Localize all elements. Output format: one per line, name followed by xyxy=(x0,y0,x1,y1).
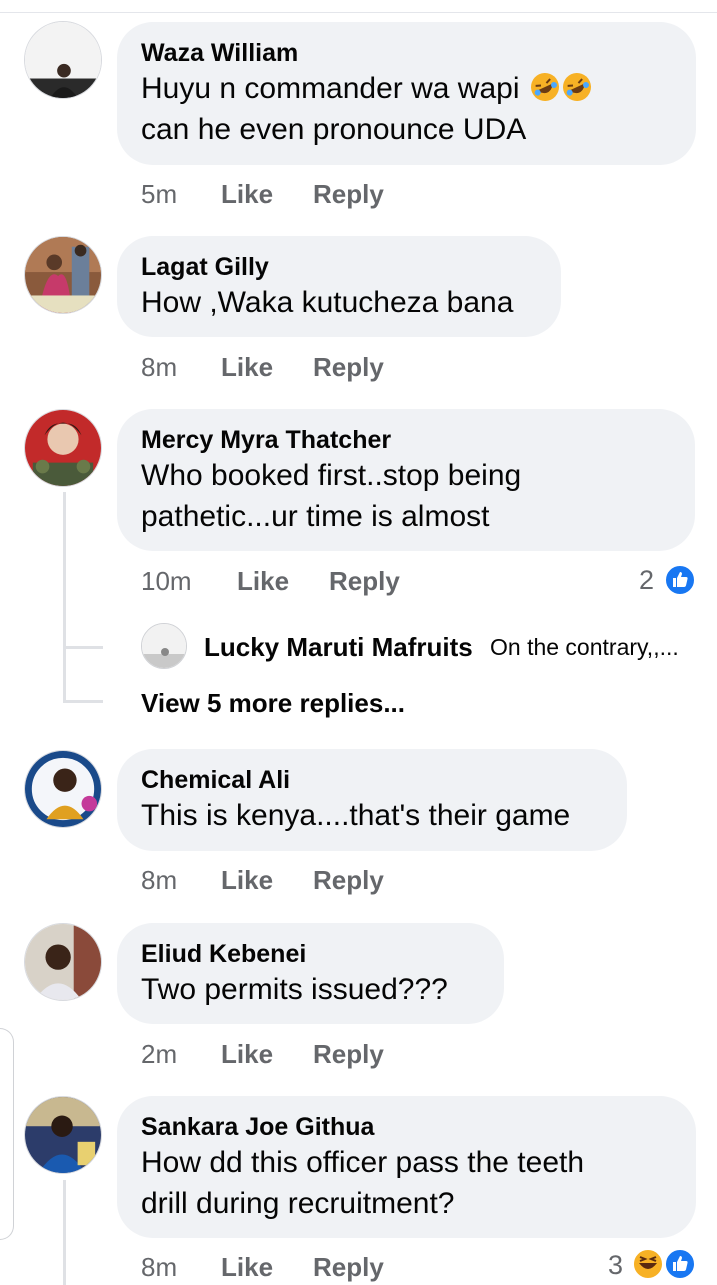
top-divider xyxy=(0,12,717,13)
comment-bubble: Lagat Gilly How ,Waka kutucheza bana xyxy=(117,236,561,337)
like-button[interactable]: Like xyxy=(221,1252,273,1283)
avatar[interactable] xyxy=(24,409,102,487)
avatar[interactable] xyxy=(24,1096,102,1174)
commenter-name[interactable]: Chemical Ali xyxy=(141,765,603,795)
reply-snippet[interactable]: On the contrary,,... xyxy=(490,634,679,661)
comment-text: Two permits issued??? xyxy=(141,973,448,1006)
thread-line xyxy=(63,492,66,700)
avatar[interactable] xyxy=(24,923,102,1001)
view-more-replies-link[interactable]: View 5 more replies... xyxy=(141,688,405,719)
comment-text: How ,Waka kutucheza bana xyxy=(141,286,514,319)
like-icon xyxy=(664,1248,696,1280)
like-button[interactable]: Like xyxy=(237,566,289,597)
avatar[interactable] xyxy=(24,21,102,99)
haha-icon xyxy=(632,1248,664,1280)
thread-line xyxy=(63,1180,66,1285)
rolling-on-floor-laughing-icon xyxy=(562,73,591,101)
reaction-count[interactable]: 2 xyxy=(639,565,654,596)
comment-bubble: Chemical Ali This is kenya....that's the… xyxy=(117,749,627,851)
reaction-count[interactable]: 3 xyxy=(608,1250,623,1281)
avatar[interactable] xyxy=(24,236,102,314)
comment-bubble: Eliud Kebenei Two permits issued??? xyxy=(117,923,504,1024)
comment-text-line: How dd this officer pass the teeth xyxy=(141,1146,585,1179)
comment-time[interactable]: 8m xyxy=(141,352,177,383)
commenter-name[interactable]: Mercy Myra Thatcher xyxy=(141,425,671,455)
comment-bubble: Waza William Huyu n commander wa wapi ca… xyxy=(117,22,696,165)
thread-branch xyxy=(63,646,103,649)
reply-author-name[interactable]: Lucky Maruti Mafruits xyxy=(204,632,473,663)
avatar[interactable] xyxy=(141,623,187,669)
rolling-on-floor-laughing-icon xyxy=(530,73,559,101)
reply-button[interactable]: Reply xyxy=(313,1039,384,1070)
reply-button[interactable]: Reply xyxy=(313,179,384,210)
like-button[interactable]: Like xyxy=(221,1039,273,1070)
comment-bubble: Mercy Myra Thatcher Who booked first..st… xyxy=(117,409,695,551)
reply-button[interactable]: Reply xyxy=(313,1252,384,1283)
comment-text: This is kenya....that's their game xyxy=(141,799,571,832)
comment-time[interactable]: 8m xyxy=(141,1252,177,1283)
like-button[interactable]: Like xyxy=(221,352,273,383)
comment-text-line: pathetic...ur time is almost xyxy=(141,500,490,533)
reply-button[interactable]: Reply xyxy=(329,566,400,597)
side-panel-edge xyxy=(0,1028,14,1240)
reply-button[interactable]: Reply xyxy=(313,352,384,383)
comment-time[interactable]: 2m xyxy=(141,1039,177,1070)
thread-branch xyxy=(63,700,103,703)
like-button[interactable]: Like xyxy=(221,179,273,210)
comment-time[interactable]: 10m xyxy=(141,566,192,597)
commenter-name[interactable]: Sankara Joe Githua xyxy=(141,1112,672,1142)
commenter-name[interactable]: Waza William xyxy=(141,38,672,68)
comment-text: Huyu n commander wa wapi xyxy=(141,68,672,109)
comment-bubble: Sankara Joe Githua How dd this officer p… xyxy=(117,1096,696,1238)
commenter-name[interactable]: Eliud Kebenei xyxy=(141,939,480,969)
commenter-name[interactable]: Lagat Gilly xyxy=(141,252,537,282)
avatar[interactable] xyxy=(24,750,102,828)
comment-text-line: can he even pronounce UDA xyxy=(141,113,527,146)
comment-time[interactable]: 5m xyxy=(141,179,177,210)
comment-time[interactable]: 8m xyxy=(141,865,177,896)
comment-text-line: drill during recruitment? xyxy=(141,1187,455,1220)
like-button[interactable]: Like xyxy=(221,865,273,896)
reply-button[interactable]: Reply xyxy=(313,865,384,896)
like-icon xyxy=(664,564,696,596)
comment-text-line: Who booked first..stop being xyxy=(141,459,522,492)
